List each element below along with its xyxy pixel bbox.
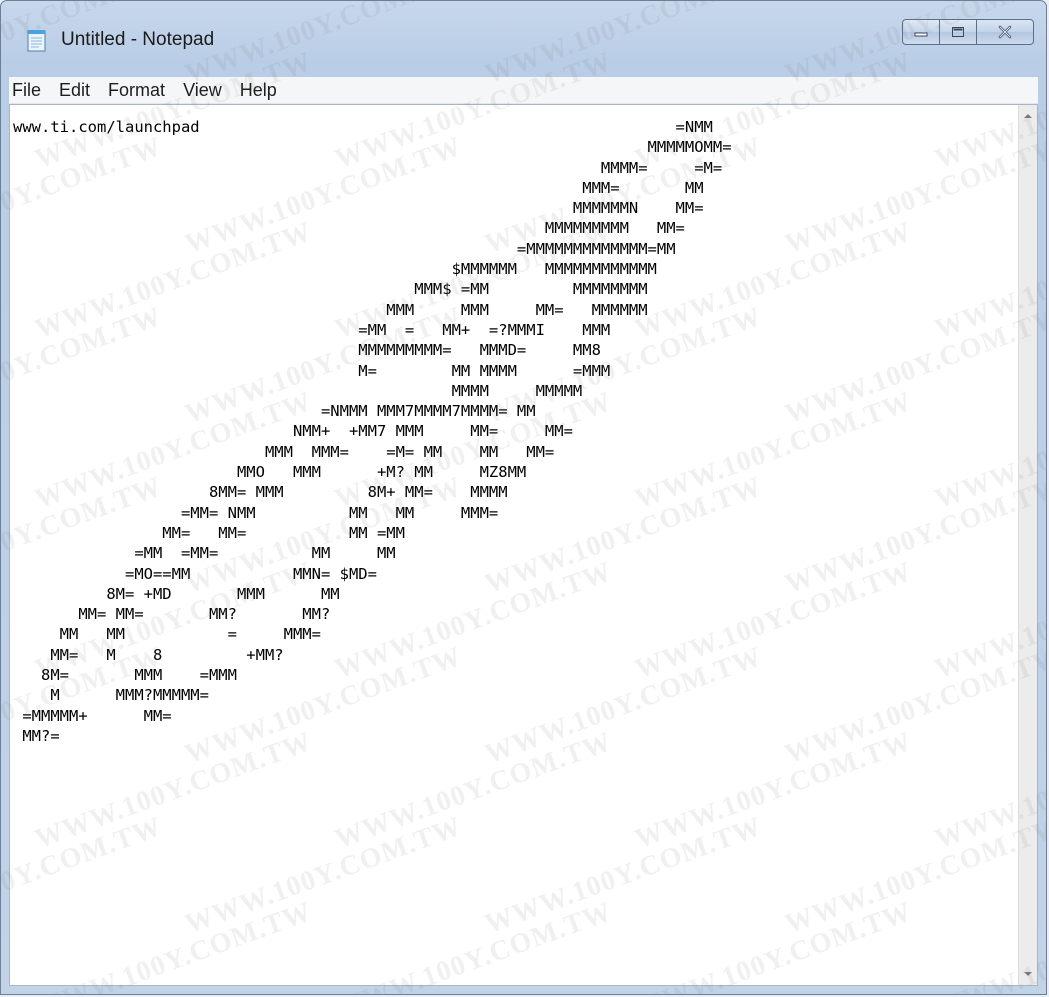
title-bar[interactable]: Untitled - Notepad <box>1 1 1046 52</box>
close-icon <box>998 25 1012 39</box>
close-button[interactable] <box>976 19 1034 45</box>
minimize-button[interactable] <box>902 19 939 45</box>
maximize-icon <box>952 27 964 37</box>
menu-format[interactable]: Format <box>99 77 174 103</box>
menu-file[interactable]: File <box>9 77 50 103</box>
editor-area: www.ti.com/launchpad =NMM MMMMMOMM= MMMM… <box>9 104 1038 986</box>
maximize-button[interactable] <box>939 19 976 45</box>
minimize-icon <box>914 32 928 37</box>
text-editor[interactable]: www.ti.com/launchpad =NMM MMMMMOMM= MMMM… <box>10 105 1019 985</box>
menu-view[interactable]: View <box>174 77 231 103</box>
window-title: Untitled - Notepad <box>61 29 215 50</box>
notepad-icon[interactable] <box>23 27 49 53</box>
menu-edit[interactable]: Edit <box>50 77 99 103</box>
menu-help[interactable]: Help <box>231 77 286 103</box>
vertical-scrollbar[interactable] <box>1018 105 1037 985</box>
notepad-window: Untitled - Notepad File Edit Format View… <box>0 0 1047 995</box>
caption-buttons <box>902 19 1034 45</box>
scroll-down-icon[interactable] <box>1019 965 1037 983</box>
menu-bar: File Edit Format View Help <box>9 77 1038 104</box>
scroll-up-icon[interactable] <box>1019 107 1037 125</box>
